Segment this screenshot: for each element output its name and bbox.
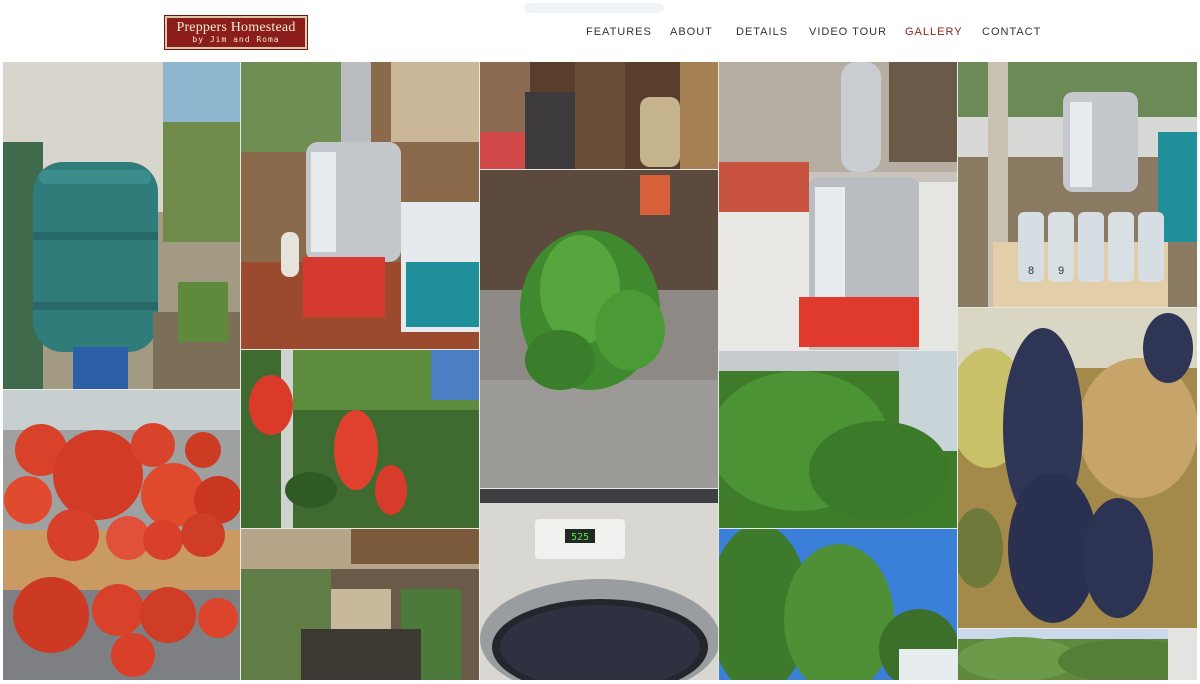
nav-gallery[interactable]: GALLERY [905,25,963,39]
nav-contact[interactable]: CONTACT [982,25,1041,39]
photo-vevor-still-2[interactable] [719,62,957,350]
photo-berry-bushes[interactable] [719,351,957,528]
photo-tomatoes[interactable] [3,390,240,680]
nav-features[interactable]: FEATURES [586,25,652,39]
nav-about[interactable]: ABOUT [670,25,713,39]
photo-tall-trees[interactable] [719,529,957,680]
photo-rain-barrel[interactable] [3,62,240,389]
photo-greenhouse-aloe[interactable] [241,529,479,680]
photo-leafy-greens[interactable] [480,170,718,488]
jar-label-8: 8 [1028,265,1034,277]
nav-video-tour[interactable]: VIDEO TOUR [809,25,887,39]
site-header: Preppers Homestead by Jim and Roma FEATU… [0,0,1200,62]
photo-storage-shelf[interactable] [480,62,718,169]
stove-display: 525 [571,532,589,543]
photo-vineyard[interactable] [958,629,1197,680]
photo-still-jars[interactable]: 8 9 [958,62,1197,307]
photo-vevor-still-1[interactable] [241,62,479,349]
header-placeholder-bar [524,3,664,13]
photo-stove-berries[interactable]: 525 [480,489,718,680]
photo-grapes[interactable] [958,308,1197,628]
photo-red-currants[interactable] [241,350,479,528]
nav-details[interactable]: DETAILS [736,25,788,39]
photo-gallery: 525 8 9 [3,62,1197,680]
main-nav: FEATURES ABOUT DETAILS VIDEO TOUR GALLER… [0,25,1200,39]
jar-label-9: 9 [1058,265,1064,277]
